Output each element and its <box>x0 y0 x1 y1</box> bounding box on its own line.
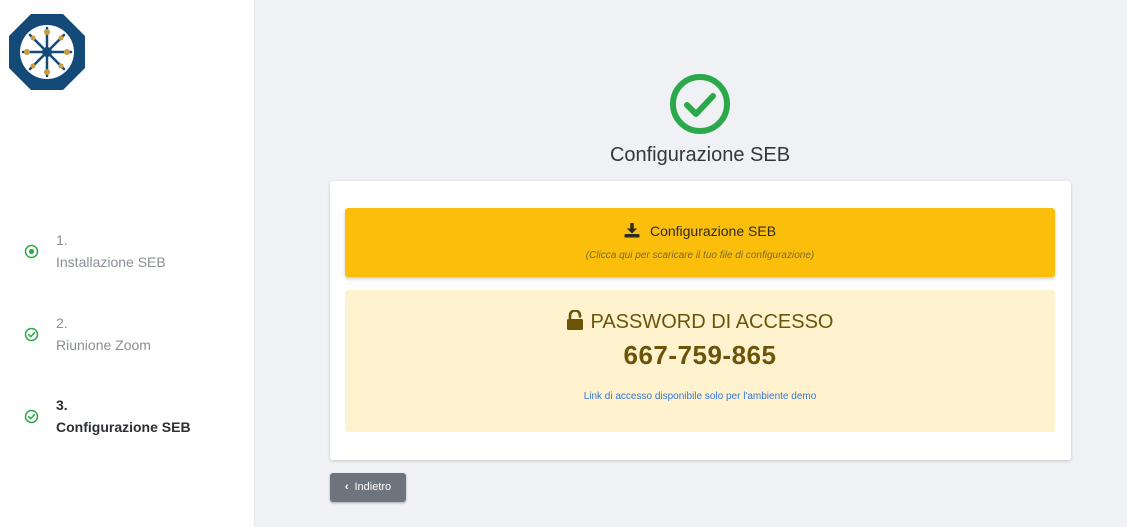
download-label: Configurazione SEB <box>649 223 777 239</box>
check-circle-icon <box>24 409 39 424</box>
download-config-button[interactable]: Configurazione SEB (Clicca qui per scari… <box>345 208 1055 277</box>
back-button-label: Indietro <box>354 481 392 493</box>
demo-access-link[interactable]: Link di accesso disponibile solo per l'a… <box>345 391 1055 402</box>
chevron-left-icon: ‹ <box>344 481 349 493</box>
step-label: Installazione SEB <box>56 254 166 270</box>
step-number: 2. <box>56 315 68 331</box>
app: 1. Installazione SEB 2. Riunione Zoom 3.… <box>0 0 1127 527</box>
password-code: 667-759-865 <box>623 340 777 370</box>
download-row: Configurazione SEB <box>345 223 1055 239</box>
step-number: 3. <box>56 397 68 413</box>
radio-dot-icon <box>24 244 39 259</box>
sidebar: 1. Installazione SEB 2. Riunione Zoom 3.… <box>0 0 254 527</box>
download-icon <box>624 223 640 238</box>
password-panel: PASSWORD DI ACCESSO 667-759-865 Link di … <box>345 290 1055 432</box>
config-card: Configurazione SEB (Clicca qui per scari… <box>330 181 1071 460</box>
organization-logo-icon <box>7 12 87 92</box>
password-heading: PASSWORD DI ACCESSO <box>345 309 1055 334</box>
step-label: Riunione Zoom <box>56 337 151 353</box>
password-heading-text: PASSWORD DI ACCESSO <box>590 311 834 333</box>
success-check-icon <box>668 72 732 136</box>
step-label: Configurazione SEB <box>56 419 191 435</box>
step-number: 1. <box>56 232 68 248</box>
download-hint: (Clicca qui per scaricare il tuo file di… <box>585 250 815 261</box>
check-circle-icon <box>24 327 39 342</box>
page-title: Configurazione SEB <box>609 144 791 166</box>
back-button[interactable]: ‹ Indietro <box>330 473 406 502</box>
unlock-icon <box>567 309 584 330</box>
